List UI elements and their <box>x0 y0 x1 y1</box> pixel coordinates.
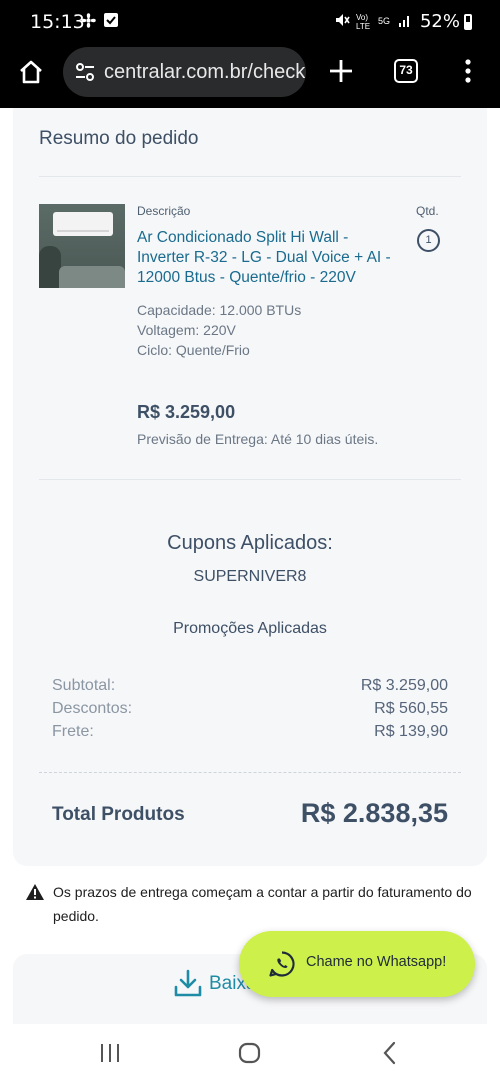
network-5g-icon: 5G <box>378 16 391 26</box>
status-time: 15:13 <box>30 11 85 33</box>
delivery-estimate: Previsão de Entrega: Até 10 dias úteis. <box>137 431 379 447</box>
quantity-badge: 1 <box>417 229 440 252</box>
warning-icon <box>25 883 45 901</box>
promotions-title: Promoções Aplicadas <box>173 620 327 637</box>
recents-icon[interactable] <box>98 1040 122 1071</box>
summary-value: R$ 560,55 <box>374 700 448 717</box>
summary-value: R$ 139,90 <box>374 723 448 740</box>
notice-text: Os prazos de entrega começam a contar a … <box>53 884 472 924</box>
quantity-label: Qtd. <box>416 204 439 218</box>
battery-percent: 52% <box>419 11 460 32</box>
coupon-code: SUPERNIVER8 <box>193 568 307 585</box>
summary-row-discounts: Descontos: R$ 560,55 <box>52 700 448 718</box>
whatsapp-icon <box>268 950 296 983</box>
divider <box>39 479 461 480</box>
summary-value: R$ 3.259,00 <box>360 677 448 694</box>
new-tab-plus-icon[interactable] <box>328 58 354 89</box>
home-icon[interactable] <box>17 58 45 91</box>
mute-icon <box>334 12 350 34</box>
site-settings-icon[interactable] <box>74 61 96 88</box>
dashed-divider <box>39 772 461 773</box>
back-icon[interactable] <box>380 1040 400 1071</box>
signal-icon <box>398 12 412 34</box>
summary-row-subtotal: Subtotal: R$ 3.259,00 <box>52 677 448 695</box>
coupons-title: Cupons Aplicados: <box>167 532 333 554</box>
browser-toolbar: centralar.com.br/checkout 73 <box>0 44 500 108</box>
divider <box>39 176 461 177</box>
product-price: R$ 3.259,00 <box>137 402 236 422</box>
spec-voltage: Voltagem: 220V <box>137 322 236 338</box>
total-label: Total Produtos <box>52 804 185 825</box>
description-label: Descrição <box>137 204 191 218</box>
url-text: centralar.com.br/checkout <box>104 61 306 83</box>
more-menu-icon[interactable] <box>460 58 476 89</box>
whatsapp-label: Chame no Whatsapp! <box>306 954 447 970</box>
tabs-icon[interactable]: 73 <box>394 59 418 83</box>
volte-icon: Vo) LTE <box>356 13 371 31</box>
page-content: Resumo do pedido Descrição Qtd. Ar Condi… <box>0 108 500 1030</box>
android-nav-bar <box>0 1030 500 1083</box>
home-nav-icon[interactable] <box>237 1040 263 1071</box>
battery-icon <box>464 14 472 30</box>
download-icon <box>173 968 203 1003</box>
product-name-link[interactable]: Ar Condicionado Split Hi Wall - Inverter… <box>137 228 397 288</box>
summary-label: Frete: <box>52 723 94 740</box>
fan-icon <box>80 12 97 35</box>
order-summary-card: Resumo do pedido Descrição Qtd. Ar Condi… <box>13 108 487 866</box>
spec-cycle: Ciclo: Quente/Frio <box>137 342 250 358</box>
checkbox-icon <box>103 12 119 34</box>
order-summary-title: Resumo do pedido <box>39 128 199 149</box>
total-value: R$ 2.838,35 <box>300 798 448 828</box>
spec-capacity: Capacidade: 12.000 BTUs <box>137 302 302 318</box>
url-bar[interactable]: centralar.com.br/checkout <box>63 47 306 97</box>
product-image <box>39 204 125 288</box>
whatsapp-button[interactable]: Chame no Whatsapp! <box>239 931 475 997</box>
summary-label: Subtotal: <box>52 677 116 694</box>
summary-row-shipping: Frete: R$ 139,90 <box>52 723 448 741</box>
summary-label: Descontos: <box>52 700 133 717</box>
status-bar: 15:13 Vo) LTE 5G 52% <box>0 0 500 44</box>
